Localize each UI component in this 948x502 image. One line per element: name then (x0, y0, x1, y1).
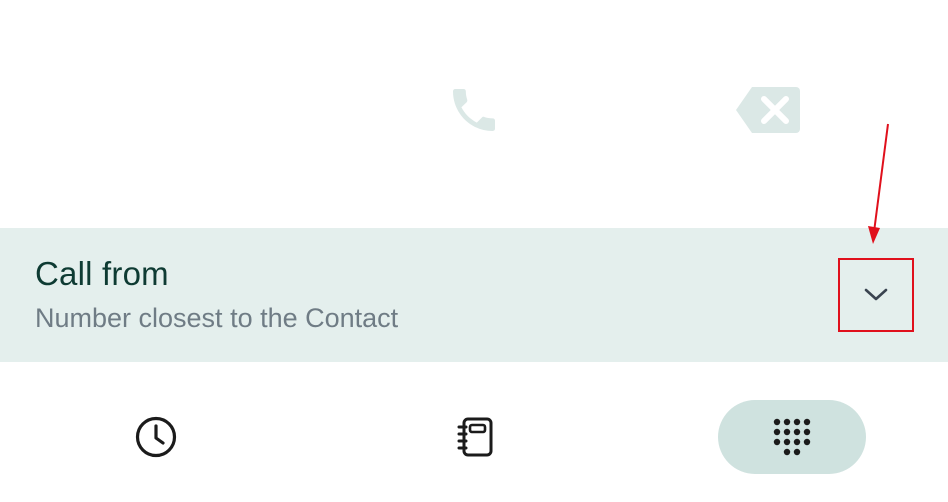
clock-icon (135, 416, 177, 458)
nav-recents[interactable] (120, 412, 192, 462)
call-button[interactable] (440, 78, 508, 142)
nav-keypad[interactable] (718, 400, 866, 474)
call-from-subtitle: Number closest to the Contact (35, 303, 399, 333)
contacts-book-icon (457, 417, 493, 457)
chevron-down-icon (864, 288, 888, 301)
call-from-dropdown-button[interactable] (838, 258, 914, 332)
backspace-button[interactable] (728, 80, 808, 140)
keypad-icon (773, 418, 811, 456)
call-from-bar[interactable] (0, 228, 948, 362)
dialer-screen: Call from Number closest to the Contact (0, 0, 948, 502)
bottom-nav (0, 362, 948, 502)
call-from-title: Call from (35, 255, 169, 292)
backspace-icon (736, 87, 800, 133)
phone-icon (453, 89, 495, 131)
nav-contacts[interactable] (440, 412, 512, 462)
